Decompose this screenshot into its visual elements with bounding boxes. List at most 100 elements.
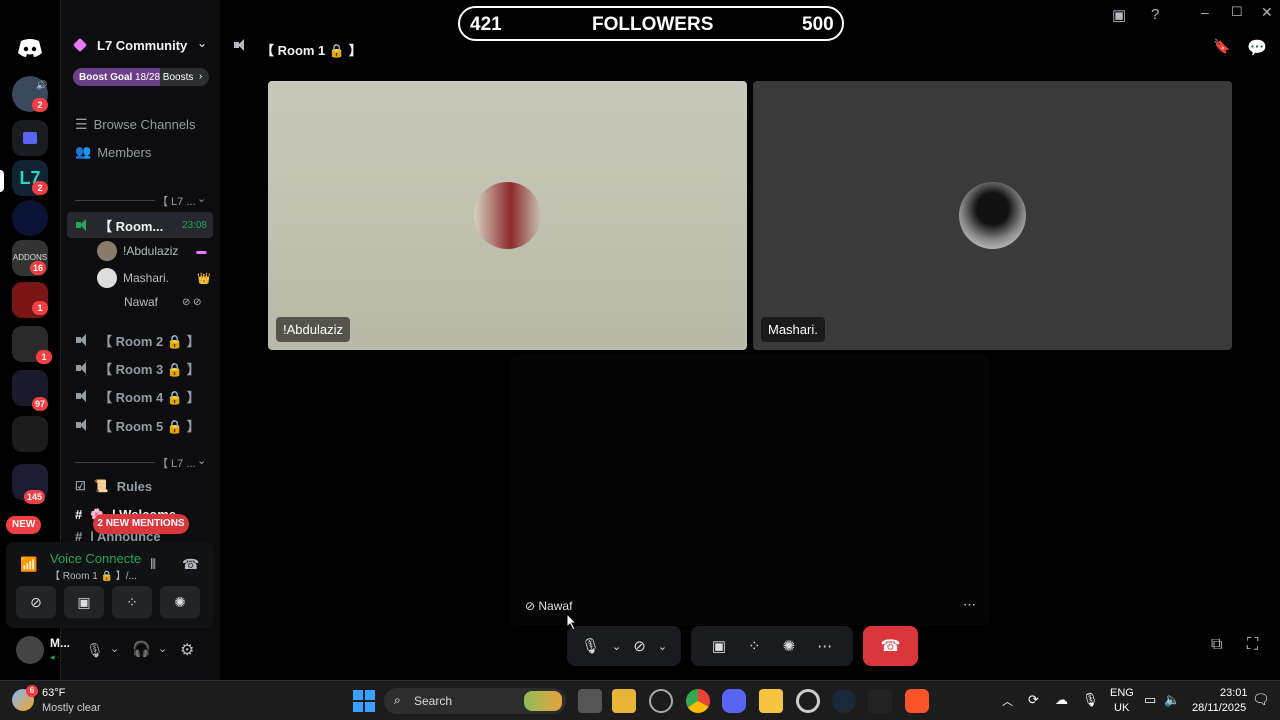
inbox-icon[interactable]: ▣ — [1112, 6, 1126, 24]
avatar[interactable] — [16, 636, 44, 664]
bookmark-icon[interactable]: 🔖 — [1213, 38, 1230, 55]
chevron-down-icon[interactable]: ⌄ — [658, 640, 667, 653]
chevron-down-icon[interactable]: ⌄ — [197, 36, 207, 50]
screen-share-icon: ▣ — [77, 593, 91, 610]
activities-icon[interactable]: ⁘ — [748, 637, 761, 655]
screen-share-button[interactable]: ▣ — [64, 586, 104, 618]
server-icon[interactable] — [12, 416, 48, 452]
channel-name: 【 Room... — [99, 218, 164, 234]
new-badge[interactable]: NEW — [6, 516, 42, 534]
chevron-down-icon[interactable]: ⌄ — [158, 642, 167, 655]
headphones-icon[interactable]: 🎧 — [132, 640, 151, 658]
cloud-off-icon[interactable]: ☁ — [1055, 692, 1068, 708]
more-options-icon[interactable]: ⋯ — [963, 597, 976, 613]
camera-off-button[interactable]: ⊘ — [16, 586, 56, 618]
voice-room[interactable]: 【 Room 1 🔒 】/... — [50, 567, 137, 582]
cursor-icon — [566, 613, 578, 631]
disconnect-icon[interactable]: ☎ — [182, 556, 199, 573]
search-box[interactable]: ⌕ Search — [384, 688, 566, 714]
voice-user[interactable]: Mashari. 👑 — [97, 268, 211, 288]
participant-name: ⊘ Nawaf — [525, 599, 573, 613]
chevron-down-icon[interactable]: ⌄ — [197, 454, 206, 467]
notification-icon[interactable]: 🗨 — [1252, 691, 1270, 708]
volume-icon[interactable]: 🔈 — [1164, 692, 1180, 708]
server-icon[interactable] — [12, 120, 48, 156]
weather-desc[interactable]: Mostly clear — [42, 702, 101, 714]
participant-tile[interactable]: ⊘ Nawaf ⋯ — [511, 355, 990, 625]
chevron-up-icon[interactable]: ︿ — [1002, 693, 1013, 709]
discord-home-icon[interactable] — [12, 30, 48, 66]
members-link[interactable]: 👥 Members — [75, 144, 151, 160]
screen-share-icon[interactable]: ▣ — [712, 637, 726, 655]
voice-channel[interactable]: 【 Room 2 🔒 】 — [75, 329, 211, 351]
voice-status[interactable]: Voice Connected — [50, 551, 142, 566]
chevron-right-icon: › — [199, 71, 203, 82]
voice-channel[interactable]: 【 Room 3 🔒 】 — [75, 357, 211, 379]
soundboard-button[interactable]: ✺ — [160, 586, 200, 618]
sync-icon[interactable]: ⟳ — [1028, 692, 1039, 708]
region[interactable]: UK — [1114, 702, 1129, 714]
chevron-down-icon[interactable]: ⌄ — [612, 640, 621, 653]
chevron-down-icon[interactable]: ⌄ — [110, 642, 119, 655]
participant-name: Mashari. — [761, 317, 825, 342]
participant-tile[interactable]: Mashari. — [753, 81, 1232, 350]
clock-date[interactable]: 28/11/2025 — [1192, 702, 1246, 714]
text-channel-rules[interactable]: ☑ 📜 Rules — [75, 475, 211, 497]
voice-connected-panel: 📶 Voice Connected 【 Room 1 🔒 】/... ⦀ ☎ ⊘… — [6, 542, 214, 628]
discord-icon[interactable] — [722, 689, 746, 713]
microphone-icon[interactable]: 🎙 — [86, 642, 104, 659]
clock-time[interactable]: 23:01 — [1220, 687, 1248, 699]
app-icon[interactable] — [759, 689, 783, 713]
file-explorer-icon[interactable] — [612, 689, 636, 713]
chat-icon[interactable]: 💬 — [1247, 38, 1267, 58]
camera-off-icon[interactable]: ⊘ — [633, 637, 646, 655]
list-icon: ☰ — [75, 116, 88, 132]
channel-name: 【 Room 4 🔒 】 — [99, 389, 200, 405]
activities-button[interactable]: ⁘ — [112, 586, 152, 618]
voice-channel-room-1[interactable]: 【 Room... 23:08 — [67, 212, 213, 238]
mention-badge: 2 — [32, 181, 48, 195]
close-icon[interactable]: ✕ — [1261, 4, 1273, 21]
popout-icon[interactable]: ⧉ — [1211, 636, 1222, 654]
maximize-icon[interactable]: ☐ — [1231, 4, 1243, 20]
task-view-icon[interactable] — [578, 689, 602, 713]
mention-badge: 97 — [32, 397, 49, 411]
new-mentions-pill[interactable]: 2 NEW MENTIONS — [93, 514, 189, 534]
server-name[interactable]: L7 Community — [97, 38, 187, 53]
voice-channel[interactable]: 【 Room 5 🔒 】 — [75, 414, 211, 436]
boost-goal-bar[interactable]: Boost Goal 18/28 Boosts › — [73, 68, 209, 86]
fullscreen-icon[interactable]: ⛶ — [1247, 636, 1258, 654]
participant-tile[interactable]: !Abdulaziz — [268, 81, 747, 350]
minimize-icon[interactable]: – — [1201, 4, 1209, 20]
chrome-icon[interactable] — [686, 689, 710, 713]
microphone-icon[interactable]: 🎙 — [581, 637, 600, 655]
start-icon[interactable] — [352, 689, 376, 713]
category-header[interactable]: 【 L7 ... — [157, 193, 196, 209]
more-options-icon[interactable]: ⋯ — [817, 637, 832, 655]
steam-icon[interactable] — [832, 689, 856, 713]
chevron-down-icon[interactable]: ⌄ — [197, 192, 206, 205]
weather-temp[interactable]: 63°F — [42, 687, 65, 699]
voice-channel[interactable]: 【 Room 4 🔒 】 — [75, 385, 211, 407]
voice-user[interactable]: Nawaf ⊘ ⊘ — [124, 295, 202, 309]
language[interactable]: ENG — [1110, 687, 1134, 699]
browse-channels[interactable]: ☰ Browse Channels — [75, 116, 195, 133]
soundboard-icon[interactable]: ✺ — [783, 637, 796, 655]
category-header[interactable]: 【 L7 ... — [157, 455, 196, 471]
help-icon[interactable]: ? — [1151, 6, 1159, 23]
gear-icon[interactable]: ⚙ — [180, 640, 194, 660]
user-name[interactable]: M... — [50, 636, 70, 650]
microphone-icon[interactable]: 🎙 — [1082, 692, 1099, 708]
app-icon[interactable] — [649, 689, 673, 713]
app-icon[interactable] — [868, 689, 892, 713]
hang-up-button[interactable]: ☎ — [863, 626, 918, 666]
voice-user[interactable]: !Abdulaziz ▬ — [97, 241, 206, 261]
network-icon[interactable]: ▭ — [1144, 692, 1156, 708]
server-icon[interactable] — [12, 200, 48, 236]
avatar — [97, 268, 117, 288]
brave-icon[interactable] — [905, 689, 929, 713]
windows-taskbar: 6 63°F Mostly clear ⌕ Search ︿ ⟳ ☁ 🎙 ENG… — [0, 680, 1280, 720]
noise-suppression-icon[interactable]: ⦀ — [150, 556, 156, 573]
mic-control[interactable]: 🎙 ⌄ ⊘ ⌄ — [567, 626, 681, 666]
steelseries-icon[interactable] — [796, 689, 820, 713]
